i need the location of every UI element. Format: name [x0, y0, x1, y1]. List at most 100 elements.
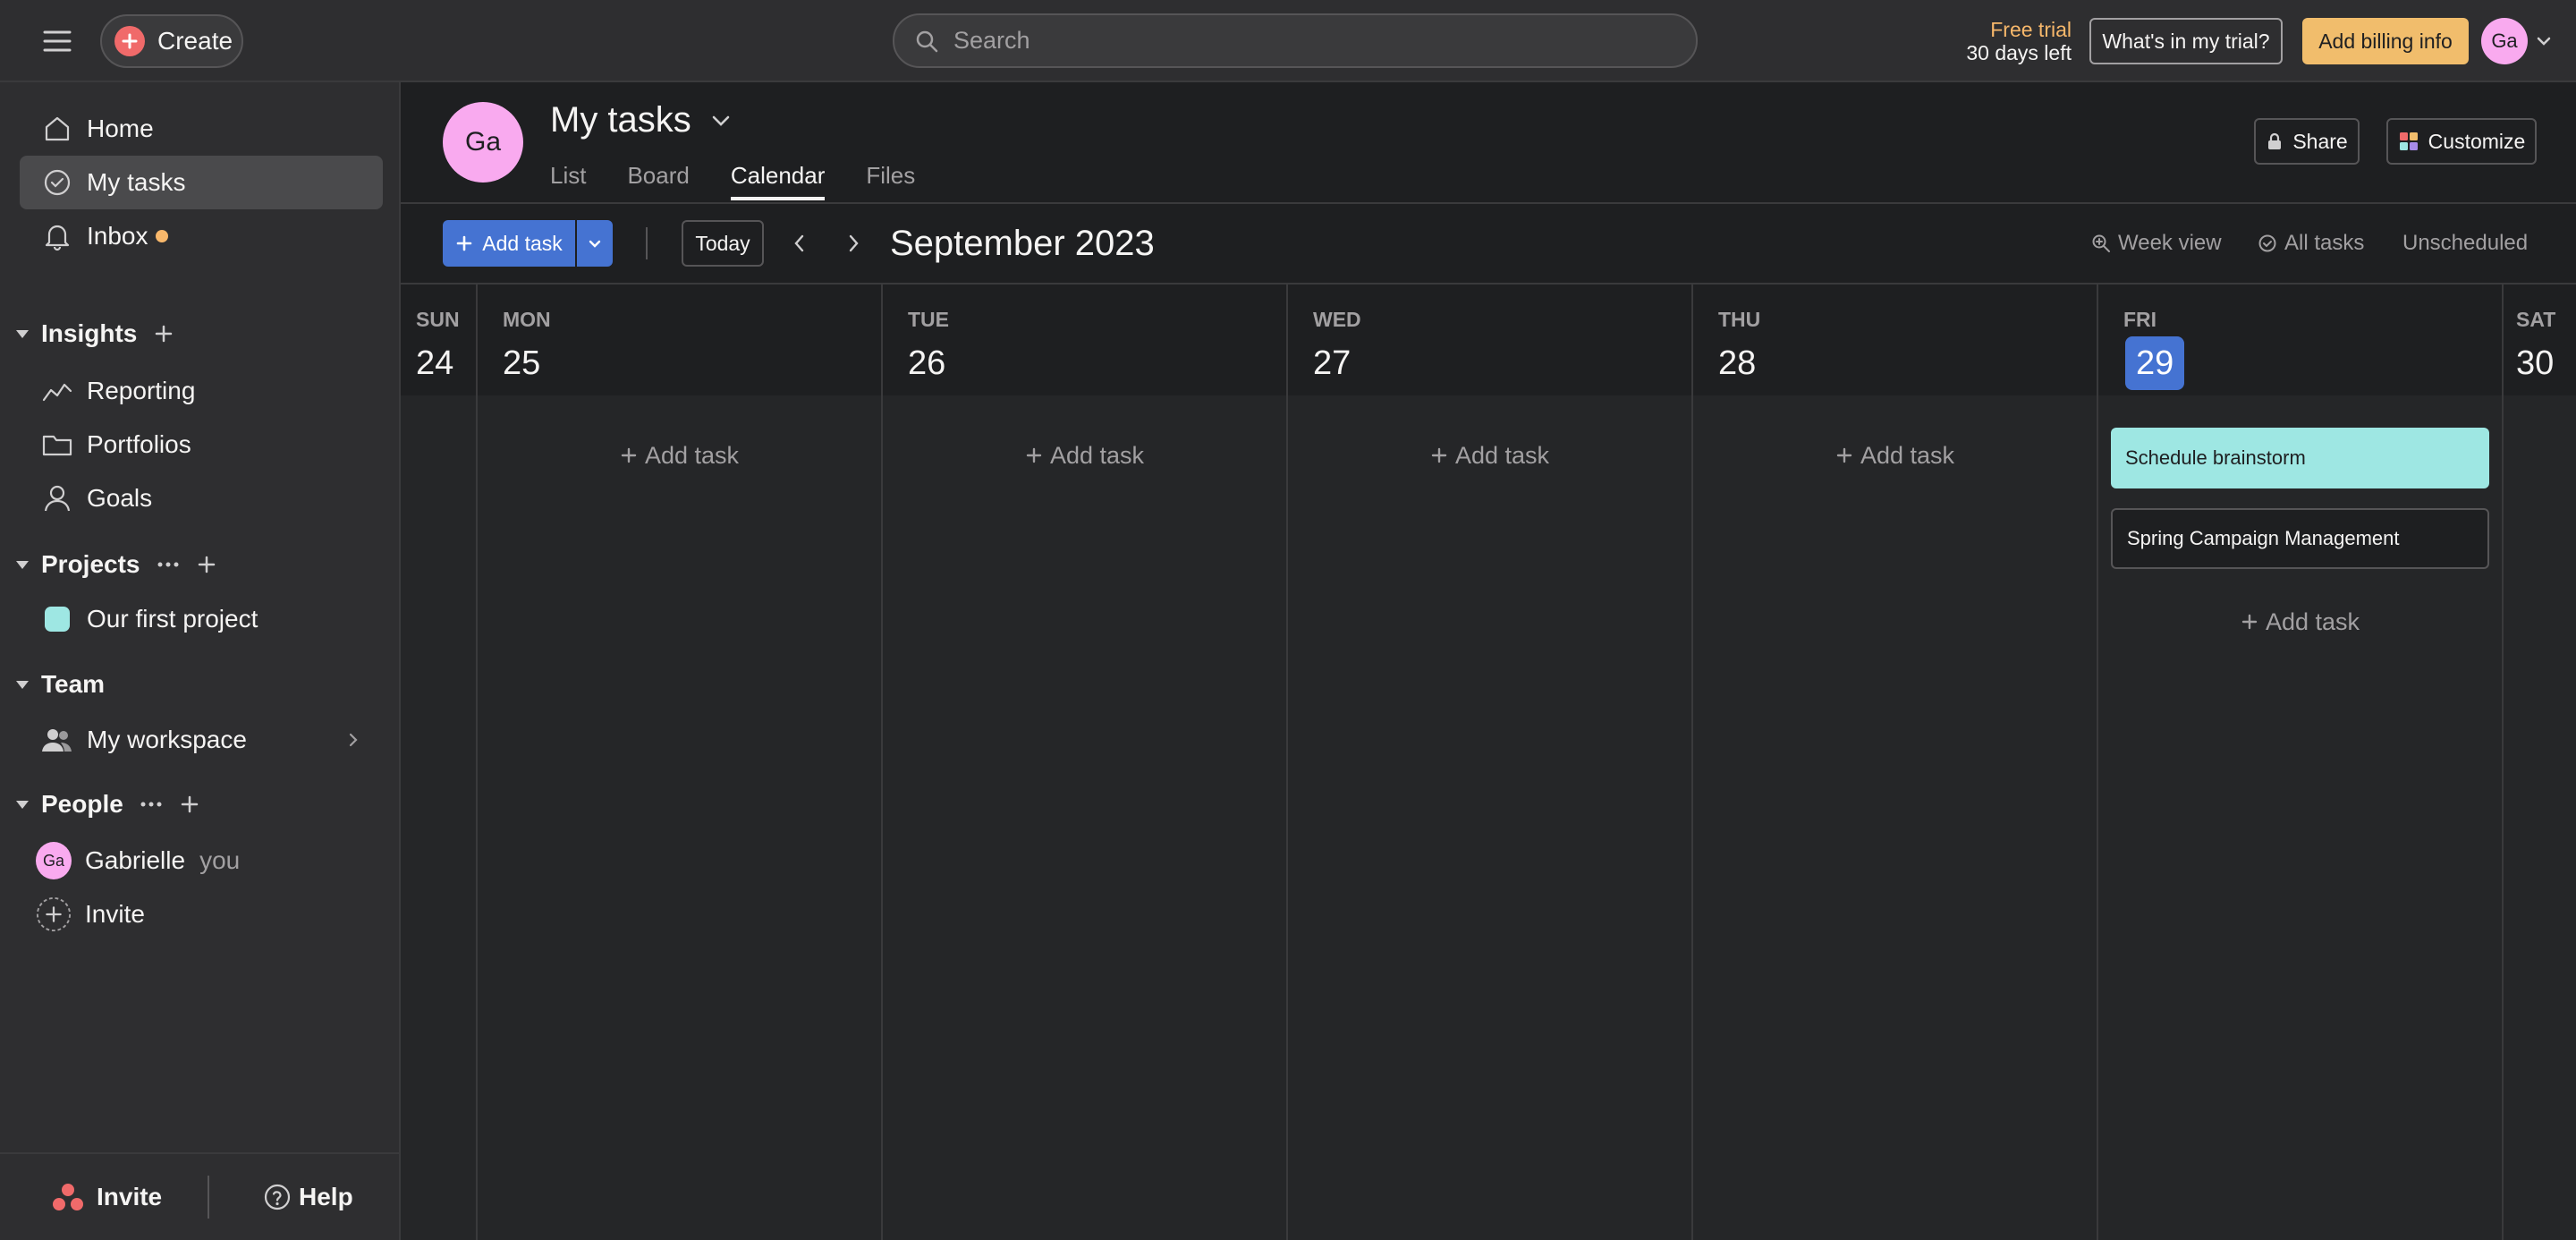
plus-icon: [114, 26, 145, 56]
unread-dot: [155, 230, 168, 242]
sidebar-item-our-first-project[interactable]: Our first project: [20, 592, 383, 646]
caret-down-icon[interactable]: [14, 326, 32, 342]
add-task-inline-button[interactable]: Add task: [1693, 433, 2097, 478]
chevron-right-icon: [846, 233, 860, 254]
day-header: FRI 29: [2098, 285, 2502, 395]
plus-icon[interactable]: [179, 794, 200, 815]
chevron-right-icon[interactable]: [347, 731, 360, 749]
plus-icon[interactable]: [153, 323, 174, 344]
insights-title[interactable]: Insights: [41, 319, 137, 348]
tab-files[interactable]: Files: [866, 156, 915, 200]
sidebar-item-goals[interactable]: Goals: [20, 471, 383, 525]
create-button[interactable]: Create: [100, 14, 243, 68]
day-number: 27: [1313, 344, 1352, 382]
trial-label: Free trial: [1990, 18, 2072, 41]
help-button[interactable]: Help: [263, 1174, 353, 1220]
add-task-inline-button[interactable]: Add task: [2098, 599, 2502, 644]
task-card-schedule-brainstorm[interactable]: Schedule brainstorm: [2111, 428, 2489, 488]
add-task-inline-button[interactable]: Add task: [1288, 433, 1691, 478]
calendar-day-column-tue[interactable]: TUE 26 Add task: [881, 285, 1286, 1240]
week-view-button[interactable]: Week view: [2091, 224, 2222, 263]
team-title[interactable]: Team: [41, 670, 105, 699]
people-title[interactable]: People: [41, 790, 123, 819]
all-tasks-filter-button[interactable]: All tasks: [2258, 224, 2364, 263]
next-week-button[interactable]: [837, 227, 869, 259]
day-name: FRI: [2123, 308, 2157, 331]
add-task-inline-button[interactable]: Add task: [478, 433, 881, 478]
projects-title[interactable]: Projects: [41, 550, 140, 579]
add-task-inline-button[interactable]: Add task: [883, 433, 1286, 478]
view-tabs: List Board Calendar Files: [550, 156, 956, 200]
add-billing-info-button[interactable]: Add billing info: [2302, 18, 2469, 64]
bell-icon: [39, 221, 75, 251]
trial-status[interactable]: Free trial 30 days left: [1905, 18, 2072, 64]
calendar-day-column-sat[interactable]: SAT 30: [2502, 285, 2576, 1240]
more-options-icon[interactable]: [157, 561, 180, 568]
calendar-day-column-wed[interactable]: WED 27 Add task: [1286, 285, 1691, 1240]
zoom-icon: [2091, 234, 2111, 253]
page-title: My tasks: [550, 100, 691, 140]
calendar-day-column-sun[interactable]: SUN 24: [401, 285, 476, 1240]
projects-section-header: Projects: [14, 545, 217, 584]
main-content: Ga My tasks List Board Calendar Files Sh…: [401, 82, 2576, 1240]
add-person-icon: [36, 896, 72, 933]
chevron-down-icon[interactable]: [709, 109, 733, 132]
calendar-day-column-thu[interactable]: THU 28 Add task: [1691, 285, 2097, 1240]
caret-down-icon[interactable]: [14, 796, 32, 812]
sidebar-item-label: Reporting: [87, 377, 196, 404]
plus-icon[interactable]: [196, 554, 217, 575]
caret-down-icon[interactable]: [14, 556, 32, 573]
day-number: 30: [2516, 344, 2555, 382]
unscheduled-button[interactable]: Unscheduled: [2402, 224, 2528, 263]
hamburger-menu-icon[interactable]: [39, 23, 75, 59]
sidebar-item-inbox[interactable]: Inbox: [20, 209, 383, 263]
tab-board[interactable]: Board: [627, 156, 689, 200]
day-header: SAT 30: [2504, 285, 2576, 395]
chevron-down-icon: [587, 235, 603, 251]
sidebar-item-portfolios[interactable]: Portfolios: [20, 418, 383, 471]
calendar-day-column-mon[interactable]: MON 25 Add task: [476, 285, 881, 1240]
previous-week-button[interactable]: [784, 227, 816, 259]
tab-calendar[interactable]: Calendar: [730, 156, 825, 200]
day-name: MON: [503, 308, 551, 331]
day-header: SUN 24: [401, 285, 476, 395]
day-name: THU: [1718, 308, 1761, 331]
customize-label: Customize: [2428, 129, 2526, 153]
chevron-down-icon[interactable]: [2535, 32, 2553, 50]
today-button[interactable]: Today: [682, 220, 764, 267]
sidebar-item-my-tasks[interactable]: My tasks: [20, 156, 383, 209]
search-input[interactable]: [953, 27, 1696, 55]
day-header: WED 27: [1288, 285, 1691, 395]
trial-days-left: 30 days left: [1966, 41, 2072, 64]
sidebar-item-my-workspace[interactable]: My workspace: [20, 713, 383, 767]
share-button[interactable]: Share: [2254, 118, 2360, 165]
tab-list[interactable]: List: [550, 156, 586, 200]
more-options-icon[interactable]: [140, 801, 163, 808]
sidebar-item-person-gabrielle[interactable]: Ga Gabrielle you: [20, 834, 383, 888]
add-task-button[interactable]: Add task: [443, 220, 575, 267]
add-task-dropdown-button[interactable]: [577, 220, 613, 267]
project-color-swatch: [45, 607, 70, 632]
insights-section-header: Insights: [14, 314, 174, 353]
user-avatar[interactable]: Ga: [2481, 18, 2528, 64]
month-label: September 2023: [890, 224, 1155, 263]
sidebar-invite-people[interactable]: Invite: [20, 888, 383, 941]
task-card-spring-campaign-management[interactable]: Spring Campaign Management: [2111, 508, 2489, 569]
sidebar-item-home[interactable]: Home: [20, 102, 383, 156]
sidebar-item-reporting[interactable]: Reporting: [20, 364, 383, 418]
day-header: THU 28: [1693, 285, 2097, 395]
person-icon: [39, 483, 75, 514]
lock-icon: [2266, 132, 2284, 151]
sidebar-item-label: Inbox: [87, 222, 148, 250]
invite-button[interactable]: Invite: [52, 1174, 162, 1220]
search-bar[interactable]: [893, 13, 1698, 68]
calendar-grid: SUN 24 MON 25 Add task TUE 26 Add task W…: [401, 283, 2576, 1240]
chevron-left-icon: [792, 233, 807, 254]
customize-button[interactable]: Customize: [2386, 118, 2537, 165]
sidebar-item-label: Gabrielle: [85, 846, 186, 874]
whats-in-trial-button[interactable]: What's in my trial?: [2089, 18, 2283, 64]
all-tasks-label: All tasks: [2284, 231, 2365, 255]
calendar-day-column-fri[interactable]: FRI 29 Schedule brainstorm Spring Campai…: [2097, 285, 2502, 1240]
caret-down-icon[interactable]: [14, 676, 32, 692]
plus-icon: [620, 446, 638, 464]
